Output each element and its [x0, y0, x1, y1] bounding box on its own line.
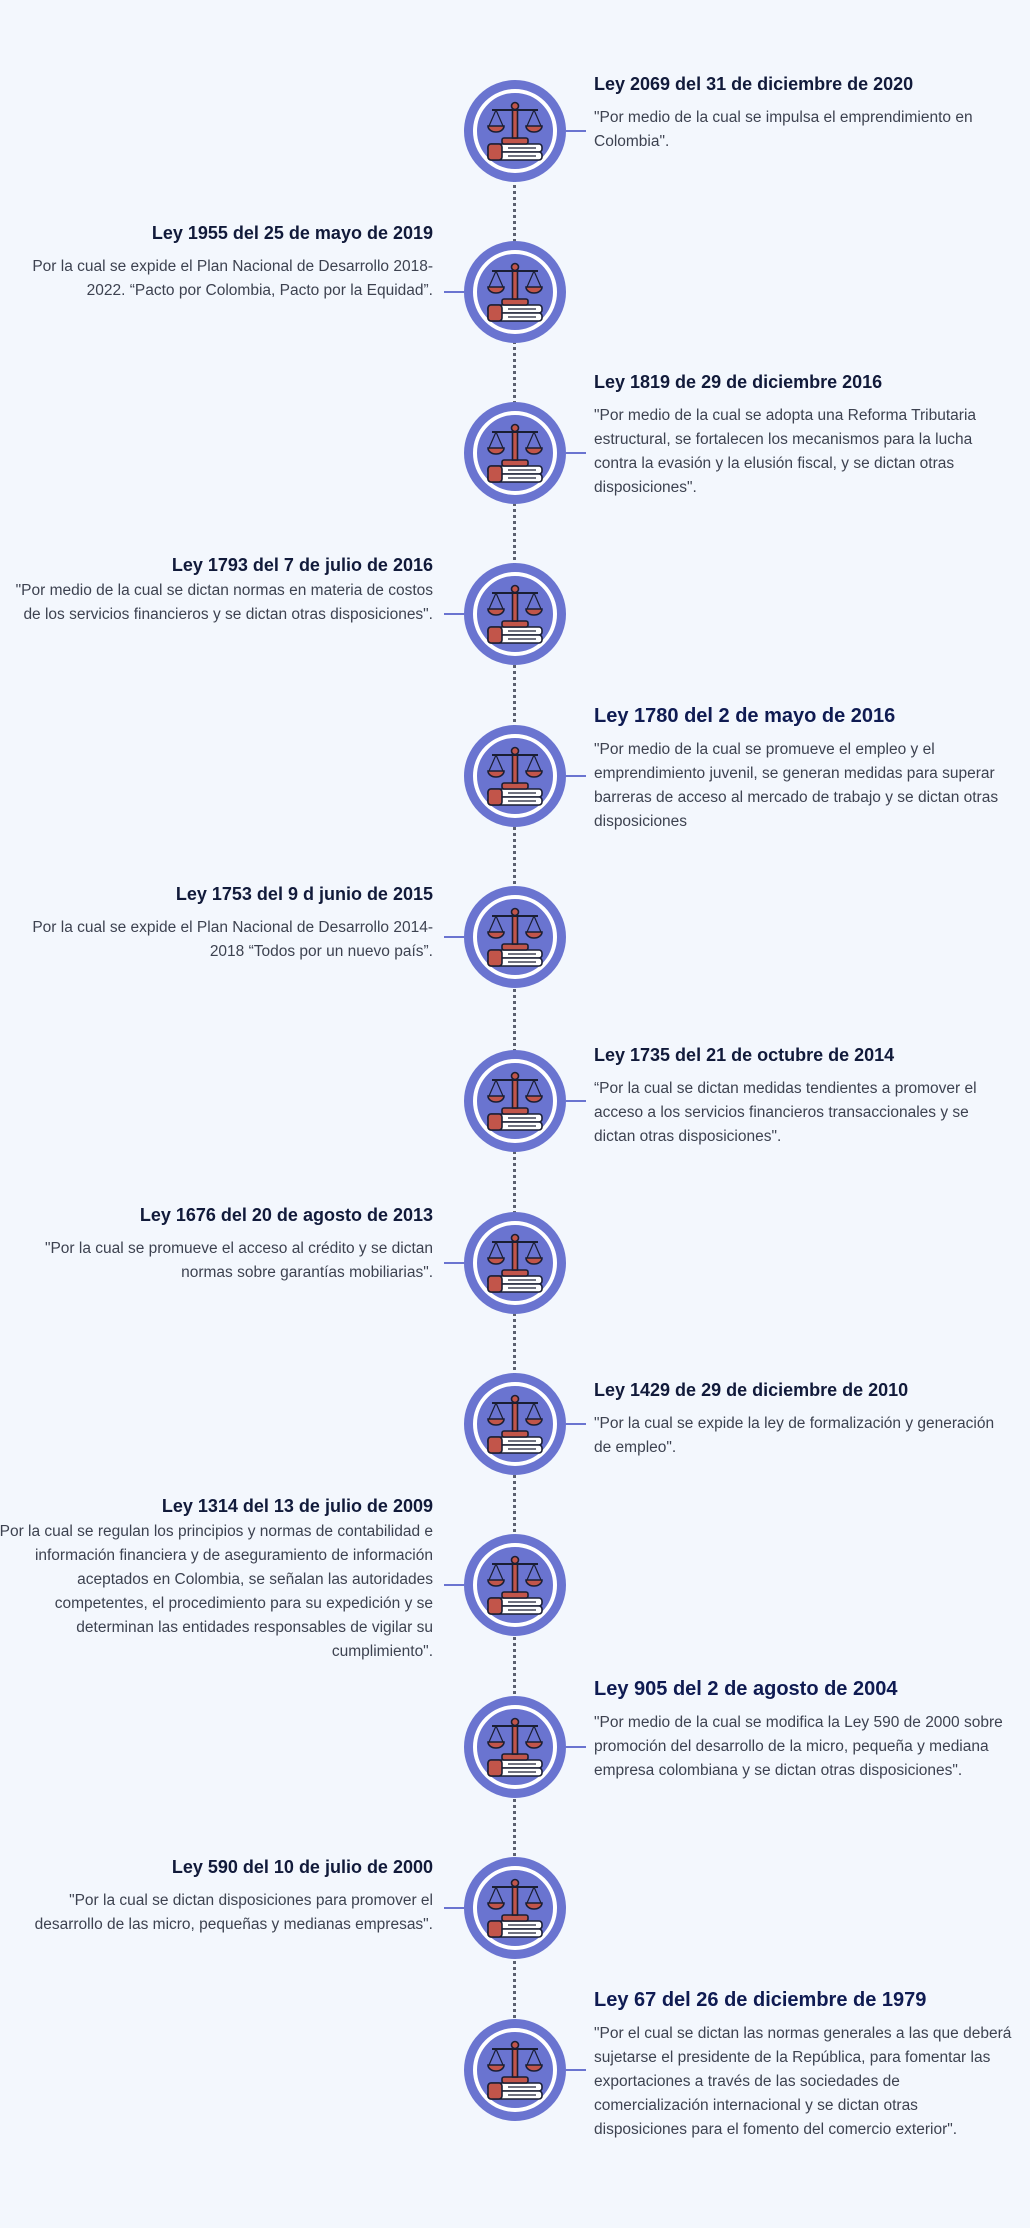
entry-title: Ley 1819 de 29 de diciembre 2016: [594, 372, 883, 392]
scales-of-justice-icon: [487, 423, 543, 483]
entry-title: Ley 67 del 26 de diciembre de 1979: [594, 1989, 927, 2011]
timeline-node: [464, 1373, 566, 1475]
timeline-node: [464, 1857, 566, 1959]
timeline-entry: Ley 2069 del 31 de diciembre de 2020 "Po…: [594, 72, 1014, 154]
timeline-node: [464, 563, 566, 665]
connector: [444, 1584, 464, 1586]
entry-title: Ley 1676 del 20 de agosto de 2013: [139, 1205, 433, 1225]
entry-text: "Por la cual se regulan los principios y…: [0, 1523, 433, 1660]
timeline-page: Ley 2069 del 31 de diciembre de 2020 "Po…: [0, 0, 1030, 2228]
timeline-node: [464, 1534, 566, 1636]
connector: [444, 936, 464, 938]
connector: [444, 613, 464, 615]
entry-text: "Por la cual se promueve el acceso al cr…: [44, 1240, 433, 1281]
scales-of-justice-icon: [487, 1717, 543, 1777]
timeline-entry: Ley 1314 del 13 de julio de 2009 "Por la…: [0, 1494, 433, 1664]
timeline-entry: Ley 1819 de 29 de diciembre 2016 "Por me…: [594, 370, 1014, 500]
connector: [566, 2069, 586, 2071]
entry-text: "Por la cual se expide la ley de formali…: [594, 1415, 995, 1456]
timeline-entry: Ley 1780 del 2 de mayo de 2016 "Por medi…: [594, 704, 1014, 834]
entry-title: Ley 1793 del 7 de julio de 2016: [171, 555, 433, 575]
entry-text: Por la cual se expide el Plan Nacional d…: [32, 258, 433, 299]
scales-of-justice-icon: [487, 1071, 543, 1131]
timeline-entry: Ley 1735 del 21 de octubre de 2014 “Por …: [594, 1043, 1014, 1149]
connector: [444, 291, 464, 293]
entry-text: "Por el cual se dictan las normas genera…: [594, 2025, 1012, 2138]
scales-of-justice-icon: [487, 584, 543, 644]
timeline-entry: Ley 905 del 2 de agosto de 2004 "Por med…: [594, 1677, 1014, 1783]
entry-text: "Por medio de la cual se impulsa el empr…: [594, 109, 973, 150]
entry-title: Ley 1780 del 2 de mayo de 2016: [594, 705, 896, 727]
entry-text: "Por medio de la cual se dictan normas e…: [15, 582, 433, 623]
entry-text: Por la cual se expide el Plan Nacional d…: [32, 919, 433, 960]
timeline-node: [464, 725, 566, 827]
entry-text: “Por la cual se dictan medidas tendiente…: [594, 1080, 977, 1145]
entry-text: "Por medio de la cual se promueve el emp…: [594, 741, 999, 830]
scales-of-justice-icon: [487, 907, 543, 967]
timeline-entry: Ley 1676 del 20 de agosto de 2013 "Por l…: [13, 1203, 433, 1285]
scales-of-justice-icon: [487, 1878, 543, 1938]
timeline-node: [464, 241, 566, 343]
timeline-node: [464, 402, 566, 504]
timeline-entry: Ley 1955 del 25 de mayo de 2019 Por la c…: [13, 221, 433, 303]
entry-title: Ley 1955 del 25 de mayo de 2019: [151, 223, 433, 243]
connector: [566, 775, 586, 777]
timeline-node: [464, 886, 566, 988]
scales-of-justice-icon: [487, 2040, 543, 2100]
entry-title: Ley 1735 del 21 de octubre de 2014: [594, 1045, 895, 1065]
entry-title: Ley 2069 del 31 de diciembre de 2020: [594, 74, 914, 94]
entry-title: Ley 1753 del 9 d junio de 2015: [175, 884, 433, 904]
entry-text: "Por medio de la cual se adopta una Refo…: [594, 407, 977, 496]
timeline-entry: Ley 1429 de 29 de diciembre de 2010 "Por…: [594, 1378, 1014, 1460]
scales-of-justice-icon: [487, 101, 543, 161]
connector: [566, 130, 586, 132]
scales-of-justice-icon: [487, 1394, 543, 1454]
timeline-node: [464, 1050, 566, 1152]
connector: [566, 1746, 586, 1748]
timeline-node: [464, 2019, 566, 2121]
scales-of-justice-icon: [487, 746, 543, 806]
timeline-entry: Ley 590 del 10 de julio de 2000 "Por la …: [13, 1855, 433, 1937]
connector: [566, 452, 586, 454]
connector: [444, 1262, 464, 1264]
timeline-entry: Ley 1753 del 9 d junio de 2015 Por la cu…: [13, 882, 433, 964]
entry-title: Ley 1429 de 29 de diciembre de 2010: [594, 1380, 909, 1400]
scales-of-justice-icon: [487, 1233, 543, 1293]
entry-title: Ley 905 del 2 de agosto de 2004: [594, 1678, 898, 1700]
timeline-entry: Ley 1793 del 7 de julio de 2016 "Por med…: [13, 553, 433, 627]
timeline-node: [464, 1696, 566, 1798]
scales-of-justice-icon: [487, 262, 543, 322]
entry-title: Ley 1314 del 13 de julio de 2009: [161, 1496, 433, 1516]
connector: [566, 1100, 586, 1102]
entry-title: Ley 590 del 10 de julio de 2000: [171, 1857, 433, 1877]
timeline-node: [464, 1212, 566, 1314]
connector: [566, 1423, 586, 1425]
timeline-node: [464, 80, 566, 182]
entry-text: "Por la cual se dictan disposiciones par…: [34, 1892, 433, 1933]
scales-of-justice-icon: [487, 1555, 543, 1615]
connector: [444, 1907, 464, 1909]
entry-text: "Por medio de la cual se modifica la Ley…: [594, 1714, 1003, 1779]
timeline-entry: Ley 67 del 26 de diciembre de 1979 "Por …: [594, 1988, 1014, 2142]
